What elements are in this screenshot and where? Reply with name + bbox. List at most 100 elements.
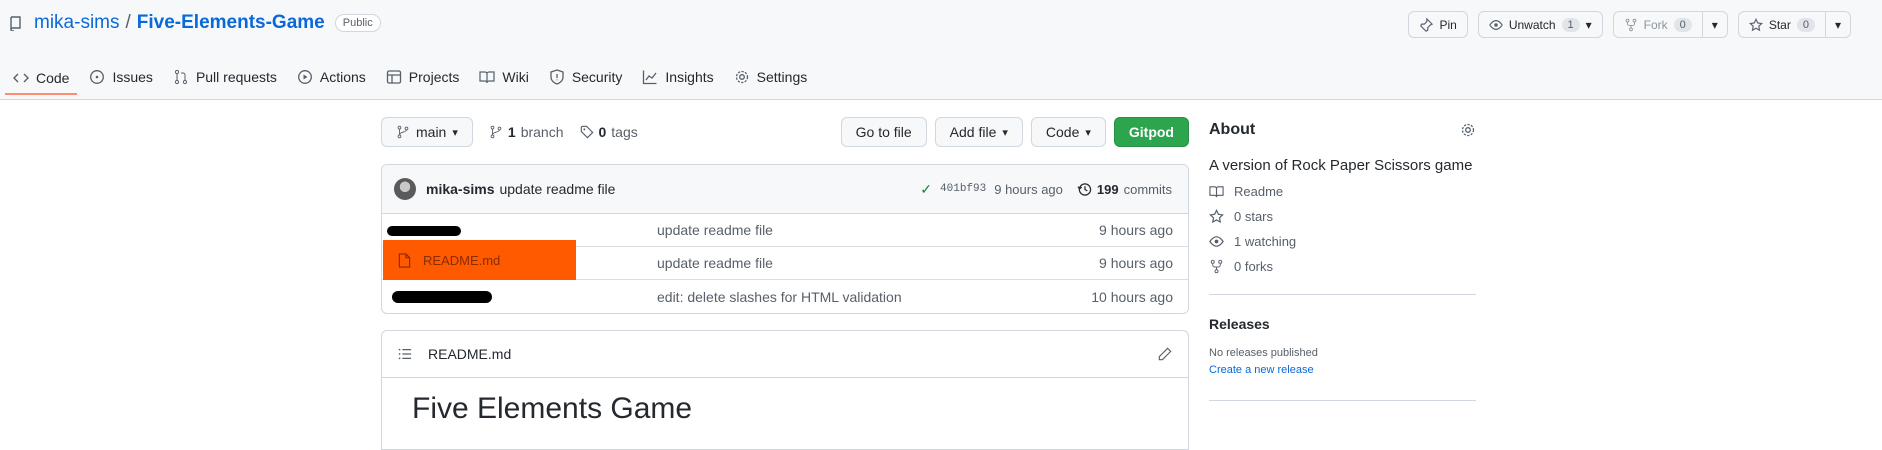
history-icon [1077,182,1092,196]
tab-insights[interactable]: Insights [634,62,721,92]
branch-label: branch [520,124,564,140]
watching-link[interactable]: 1 watching [1209,234,1476,249]
forks-link[interactable]: 0 forks [1209,259,1476,274]
tab-label: Issues [112,69,153,85]
avatar[interactable] [394,178,416,200]
tab-security[interactable]: Security [541,62,631,92]
repo-name-link[interactable]: Five-Elements-Game [137,12,325,34]
chevron-down-icon: ▾ [1711,17,1718,32]
file-row[interactable]: README.md update readme file 9 hours ago [382,240,1188,280]
stars-link[interactable]: 0 stars [1209,209,1476,224]
branch-name: main [416,124,447,140]
file-age: 10 hours ago [1091,288,1173,305]
file-toolbar: main ▾ 1 branch 0 tags Go to file Add fi… [381,117,1189,147]
readme-panel: README.md Five Elements Game [381,330,1189,450]
file-name-link[interactable]: README.md [423,253,500,268]
check-icon[interactable]: ✓ [920,181,932,198]
repo-header: mika-sims / Five-Elements-Game Public Pi… [0,0,1882,100]
shield-icon [550,69,564,85]
tab-label: Projects [408,69,460,85]
tags-link[interactable]: 0 tags [580,124,638,140]
pencil-icon[interactable] [1158,347,1172,361]
commit-count: 199 [1096,181,1119,197]
create-release-link[interactable]: Create a new release [1209,364,1476,376]
gitpod-button[interactable]: Gitpod [1113,117,1189,147]
list-icon[interactable] [398,347,412,361]
tab-label: Wiki [502,69,529,85]
chevron-down-icon: ▾ [452,126,458,139]
chevron-down-icon: ▾ [1085,126,1091,139]
go-to-file-button[interactable]: Go to file [840,117,927,147]
unwatch-counter: 1 [1561,17,1580,32]
tab-actions[interactable]: Actions [289,62,374,92]
unwatch-button[interactable]: Unwatch 1 ▾ [1477,11,1603,38]
eye-icon [1209,236,1224,247]
repo-owner-link[interactable]: mika-sims [34,12,120,34]
branch-selector[interactable]: main ▾ [381,117,473,147]
commit-author-link[interactable]: mika-sims [426,181,494,197]
fork-dropdown[interactable]: ▾ [1701,12,1727,37]
visibility-badge: Public [334,14,381,32]
star-counter: 0 [1796,17,1815,32]
branches-link[interactable]: 1 branch [489,124,564,140]
tag-icon [580,125,593,139]
pin-icon [1420,17,1434,32]
add-file-button[interactable]: Add file ▾ [934,117,1023,147]
fork-counter: 0 [1673,17,1692,32]
star-button[interactable]: Star 0 ▾ [1737,11,1851,38]
main-content: main ▾ 1 branch 0 tags Go to file Add fi… [381,117,1189,450]
add-file-label: Add file [949,124,997,140]
file-icon [398,252,411,268]
tab-label: Code [36,69,70,86]
tab-pull-requests[interactable]: Pull requests [165,62,285,92]
commit-sha-link[interactable]: 401bf93 [940,183,986,195]
gear-icon[interactable] [1460,122,1476,138]
releases-title[interactable]: Releases [1209,316,1476,332]
repo-icon [10,16,21,31]
pin-label: Pin [1439,17,1457,32]
tab-wiki[interactable]: Wiki [471,62,536,92]
file-commit-message[interactable]: edit: delete slashes for HTML validation [657,289,1091,305]
readme-link[interactable]: Readme [1209,184,1476,199]
about-title: About [1209,121,1256,138]
tab-projects[interactable]: Projects [378,62,468,92]
tab-code[interactable]: Code [5,62,78,95]
repo-title: mika-sims / Five-Elements-Game Public [8,12,381,34]
unwatch-label: Unwatch [1508,17,1556,32]
file-commit-message[interactable]: update readme file [657,222,1099,238]
about-sidebar: About A version of Rock Paper Scissors g… [1209,117,1476,401]
code-button[interactable]: Code ▾ [1030,117,1106,147]
file-row[interactable]: edit: delete slashes for HTML validation… [382,280,1188,313]
eye-icon [1489,19,1503,30]
file-commit-message[interactable]: update readme file [657,255,1099,271]
tab-label: Insights [665,69,714,85]
sidebar-divider [1209,400,1476,401]
fork-button[interactable]: Fork 0 ▾ [1612,11,1728,38]
book-icon [1209,186,1224,198]
commit-age: 9 hours ago [994,181,1063,197]
tab-settings[interactable]: Settings [726,62,816,92]
tab-label: Actions [319,69,366,85]
about-header: About [1209,117,1476,143]
tab-issues[interactable]: Issues [81,62,160,92]
stars-label: 0 stars [1234,209,1274,224]
sidebar-divider [1209,294,1476,295]
star-label: Star [1768,17,1791,32]
play-icon [297,70,312,84]
pin-button[interactable]: Pin [1408,11,1468,38]
readme-file-highlight[interactable]: README.md [383,240,576,280]
code-label: Code [1045,124,1080,140]
redaction-mark [392,291,492,303]
commit-label: commits [1123,181,1172,197]
repo-separator: / [125,12,131,33]
star-dropdown[interactable]: ▾ [1824,12,1850,37]
chevron-down-icon: ▾ [1002,126,1008,139]
commits-link[interactable]: 199 commits [1077,182,1172,197]
latest-commit-bar: mika-sims update readme file ✓ 401bf93 9… [382,165,1188,214]
commit-message-link[interactable]: update readme file [499,181,615,197]
readme-link-label: Readme [1234,184,1284,199]
table-icon [386,70,401,84]
book-icon [479,71,495,84]
file-age: 9 hours ago [1099,222,1173,238]
branch-count: 1 [507,124,516,140]
